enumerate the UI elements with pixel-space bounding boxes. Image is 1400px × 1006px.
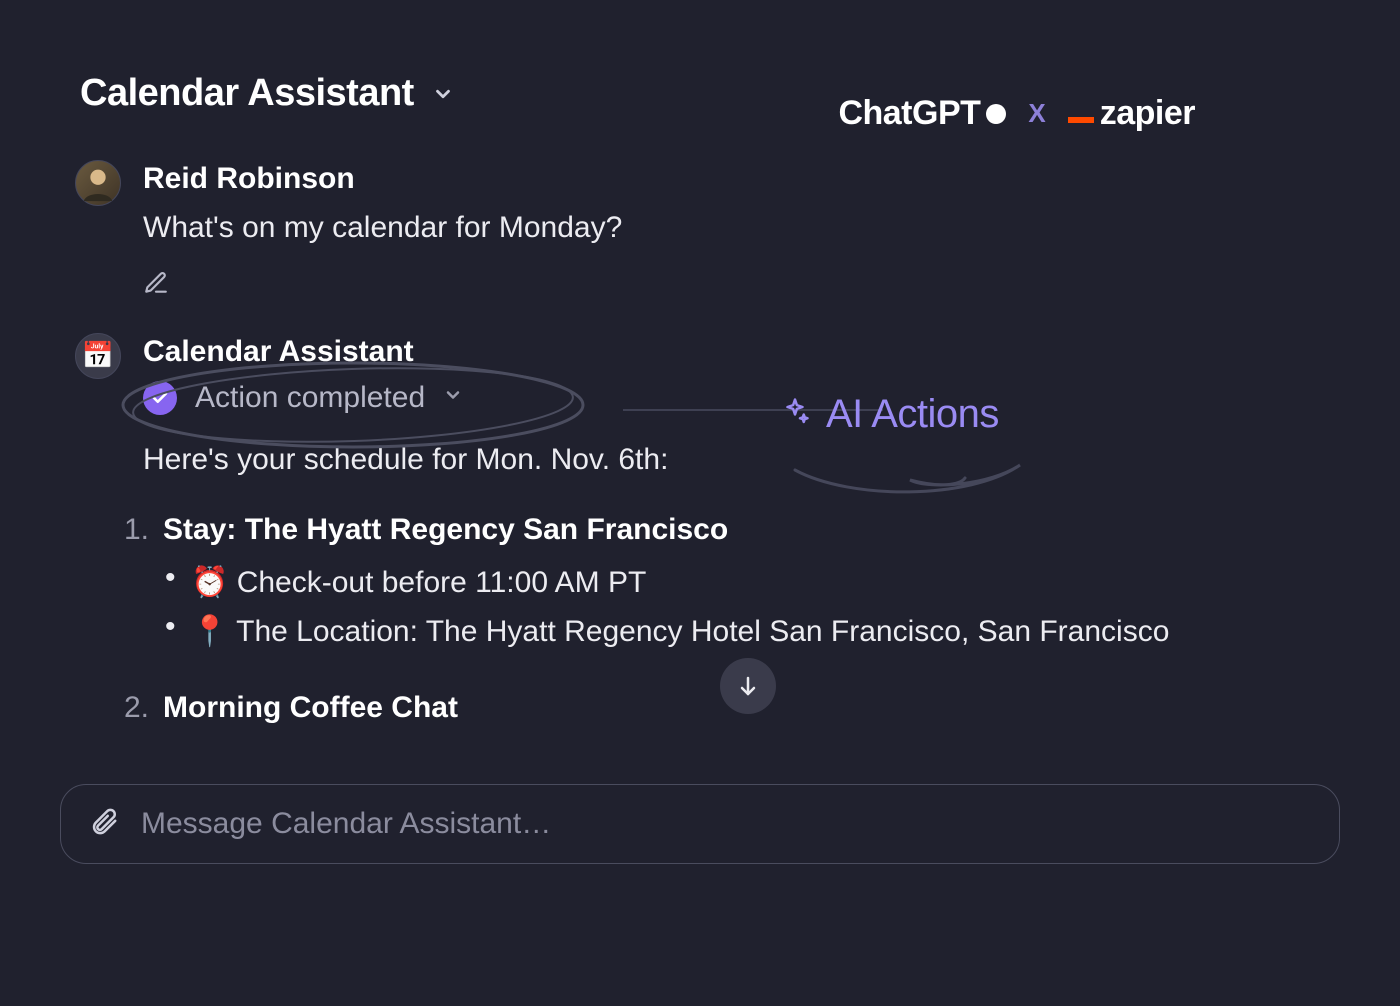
ai-actions-label: AI Actions	[826, 392, 999, 437]
composer-input[interactable]: Message Calendar Assistant…	[141, 807, 1311, 841]
title-row[interactable]: Calendar Assistant	[80, 72, 454, 115]
user-name: Reid Robinson	[143, 162, 1200, 196]
item-title: Stay: The Hyatt Regency San Francisco	[163, 513, 728, 546]
user-avatar	[75, 160, 121, 206]
brand-chatgpt-text: ChatGPT	[838, 94, 980, 133]
brand-zapier-text: zapier	[1100, 94, 1195, 133]
composer[interactable]: Message Calendar Assistant…	[60, 784, 1340, 864]
edit-icon[interactable]	[143, 270, 1200, 301]
item-number: 2.	[113, 691, 149, 725]
sparkle-icon	[780, 397, 810, 432]
item-title: Morning Coffee Chat	[163, 691, 458, 724]
zapier-underscore-icon	[1068, 117, 1094, 123]
conversation: Reid Robinson What's on my calendar for …	[75, 160, 1200, 785]
chevron-down-icon	[443, 385, 463, 410]
user-message: Reid Robinson What's on my calendar for …	[75, 160, 1200, 301]
ai-actions-callout: AI Actions	[780, 392, 999, 437]
brand-separator: X	[1028, 98, 1045, 129]
brand-zapier: zapier	[1068, 94, 1195, 133]
brand-chatgpt: ChatGPT	[838, 94, 1006, 133]
schedule-list: 1. Stay: The Hyatt Regency San Francisco…	[113, 513, 1200, 725]
check-icon	[143, 381, 177, 415]
item-details: ⏰ Check-out before 11:00 AM PT 📍 The Loc…	[163, 565, 1169, 649]
detail-line: 📍 The Location: The Hyatt Regency Hotel …	[191, 614, 1169, 649]
assistant-avatar: 📅	[75, 333, 121, 379]
schedule-intro: Here's your schedule for Mon. Nov. 6th:	[143, 443, 1200, 477]
action-completed-row[interactable]: Action completed	[143, 381, 1200, 415]
dot-icon	[986, 104, 1006, 124]
scroll-down-button[interactable]	[720, 658, 776, 714]
assistant-message: 📅 Calendar Assistant Action completed He…	[75, 333, 1200, 753]
attachment-icon[interactable]	[89, 807, 119, 842]
user-text: What's on my calendar for Monday?	[143, 206, 1200, 250]
detail-line: ⏰ Check-out before 11:00 AM PT	[191, 565, 1169, 600]
schedule-item: 1. Stay: The Hyatt Regency San Francisco…	[113, 513, 1200, 663]
action-status-label: Action completed	[195, 381, 425, 415]
chevron-down-icon	[432, 83, 454, 105]
page-title: Calendar Assistant	[80, 72, 414, 115]
schedule-item: 2. Morning Coffee Chat	[113, 691, 1200, 725]
branding-row: ChatGPT X zapier	[838, 94, 1195, 133]
item-number: 1.	[113, 513, 149, 547]
assistant-name: Calendar Assistant	[143, 335, 1200, 369]
